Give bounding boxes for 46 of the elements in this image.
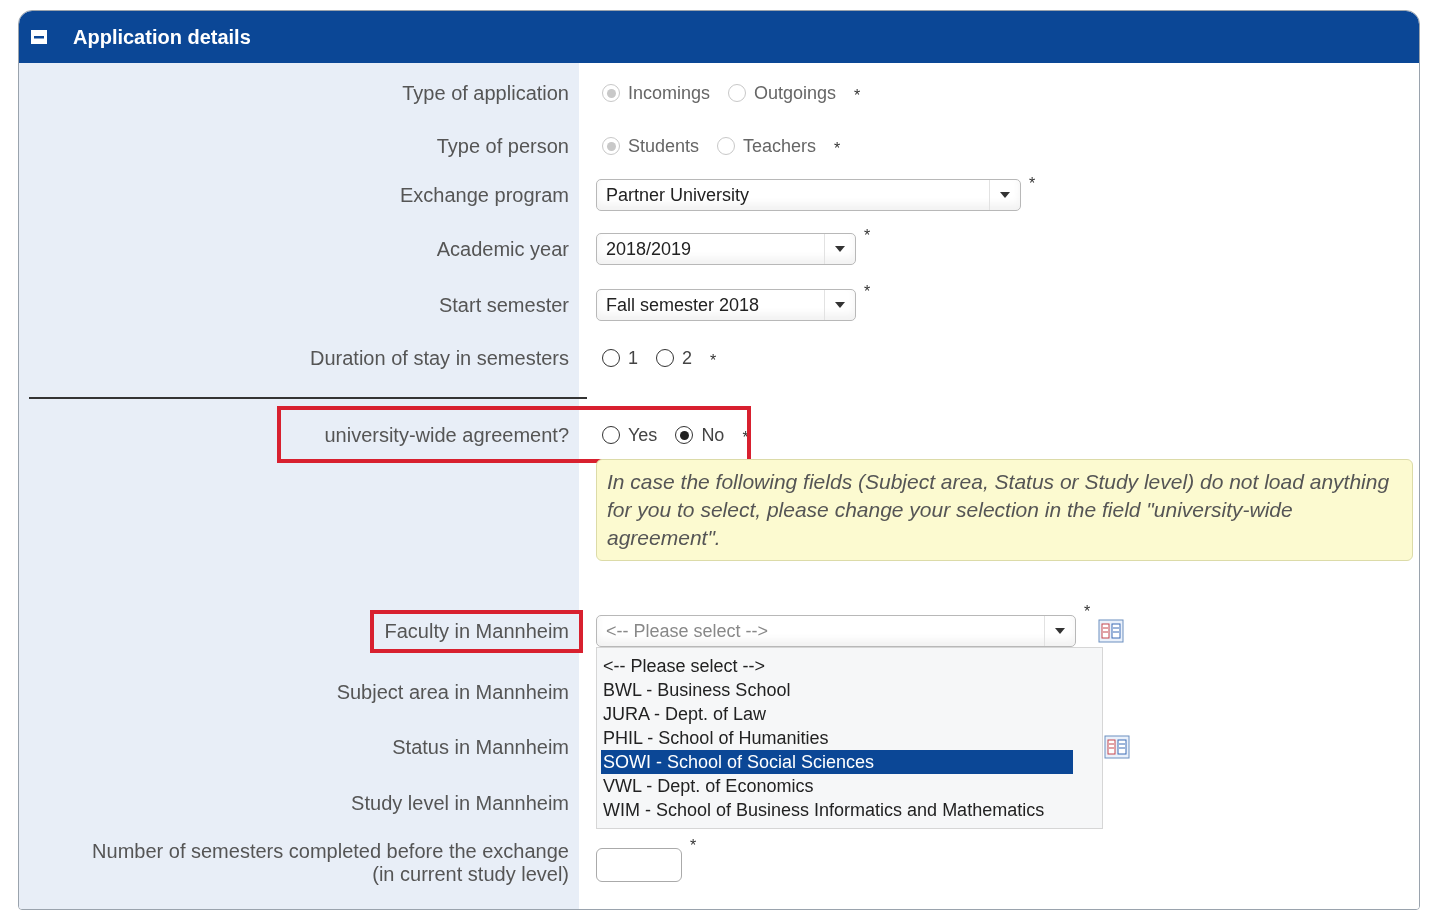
field-label: Study level in Mannheim <box>351 791 569 815</box>
select-field[interactable]: <-- Please select --> <box>596 615 1076 647</box>
required-mark: * <box>710 352 717 370</box>
table-icon[interactable] <box>1104 735 1130 759</box>
hint-note: In case the following fields (Subject area, Status or Study level) do not load anything for you to select, please change your selection in the field "university-wide agreement". <box>596 459 1413 561</box>
field-label: Subject area in Mannheim <box>336 680 569 704</box>
dropdown-option[interactable]: <-- Please select --> <box>601 654 1073 678</box>
section-title: Application details <box>73 25 251 49</box>
required-mark: * <box>864 283 871 301</box>
radio-option[interactable]: 2 <box>656 347 693 369</box>
dropdown-option[interactable]: SOWI - School of Social Sciences <box>601 750 1073 774</box>
field-label: university-wide agreement? <box>324 423 569 447</box>
dropdown-option[interactable]: BWL - Business School <box>601 678 1073 702</box>
table-icon[interactable] <box>1098 619 1125 643</box>
dropdown-option[interactable]: JURA - Dept. of Law <box>601 702 1073 726</box>
select-field[interactable]: 2018/2019 <box>596 233 856 265</box>
required-mark: * <box>864 227 871 245</box>
radio-option[interactable]: 1 <box>602 347 638 369</box>
dropdown-option[interactable]: PHIL - School of Humanities <box>601 726 1073 750</box>
caret-icon <box>999 191 1011 199</box>
field-label: Type of application <box>402 81 569 105</box>
field-label: Academic year <box>436 237 569 261</box>
radio-option[interactable]: Yes <box>602 424 658 446</box>
select-field[interactable]: Partner University <box>596 179 1021 211</box>
required-mark: * <box>834 140 841 158</box>
field-label: Duration of stay in semesters <box>310 346 569 370</box>
dropdown-option[interactable]: WIM - School of Business Informatics and Mathematics <box>601 798 1073 822</box>
required-mark: * <box>1029 175 1036 193</box>
field-label: Number of semesters completed before the exchange <box>92 840 569 863</box>
radio-option[interactable]: No <box>675 424 725 446</box>
field-label: Start semester <box>438 293 569 317</box>
field-label: Status in Mannheim <box>392 735 569 759</box>
dropdown-option[interactable]: VWL - Dept. of Economics <box>601 774 1073 798</box>
required-mark: * <box>854 87 861 105</box>
required-mark: * <box>1084 603 1091 621</box>
caret-icon <box>834 245 846 253</box>
select-field[interactable]: Fall semester 2018 <box>596 289 856 321</box>
required-mark: * <box>690 837 697 855</box>
field-label: Type of person <box>436 134 569 158</box>
field-sublabel: (in current study level) <box>372 863 569 886</box>
caret-icon <box>834 301 846 309</box>
collapse-icon[interactable] <box>31 30 47 44</box>
field-label: Faculty in Mannheim <box>370 609 583 653</box>
caret-icon <box>1054 627 1066 635</box>
field-label: Exchange program <box>400 183 569 207</box>
number-field[interactable] <box>596 848 682 882</box>
